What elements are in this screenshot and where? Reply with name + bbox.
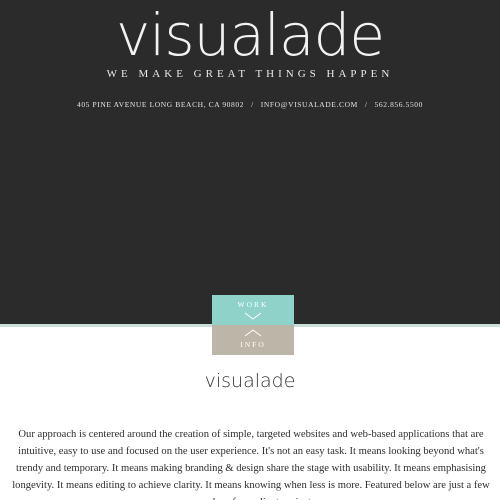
separator: / — [251, 100, 254, 109]
hero-header: visualade WE MAKE GREAT THINGS HAPPEN 40… — [0, 0, 500, 324]
chevron-up-icon — [244, 329, 262, 337]
info-tab-button[interactable]: INFO — [212, 325, 294, 355]
chevron-down-icon — [244, 312, 262, 320]
separator: / — [364, 100, 368, 109]
phone-link[interactable]: 562.856.5500 — [375, 100, 423, 109]
logo[interactable]: visualade — [0, 0, 500, 70]
address-text: 405 PINE AVENUE LONG BEACH, CA 90802 — [76, 100, 245, 109]
contact-line: 405 PINE AVENUE LONG BEACH, CA 90802 / INF… — [0, 100, 500, 109]
tagline: WE MAKE GREAT THINGS HAPPEN — [106, 68, 394, 80]
about-paragraph: Our approach is centered around the crea… — [12, 429, 490, 500]
work-tab-label: WORK — [237, 300, 269, 309]
email-link[interactable]: INFO@VISUALADE.COM — [261, 100, 358, 109]
work-tab-button[interactable]: WORK — [212, 295, 294, 325]
section-heading: visualade — [204, 370, 296, 392]
page: visualade WE MAKE GREAT THINGS HAPPEN 40… — [0, 0, 500, 500]
